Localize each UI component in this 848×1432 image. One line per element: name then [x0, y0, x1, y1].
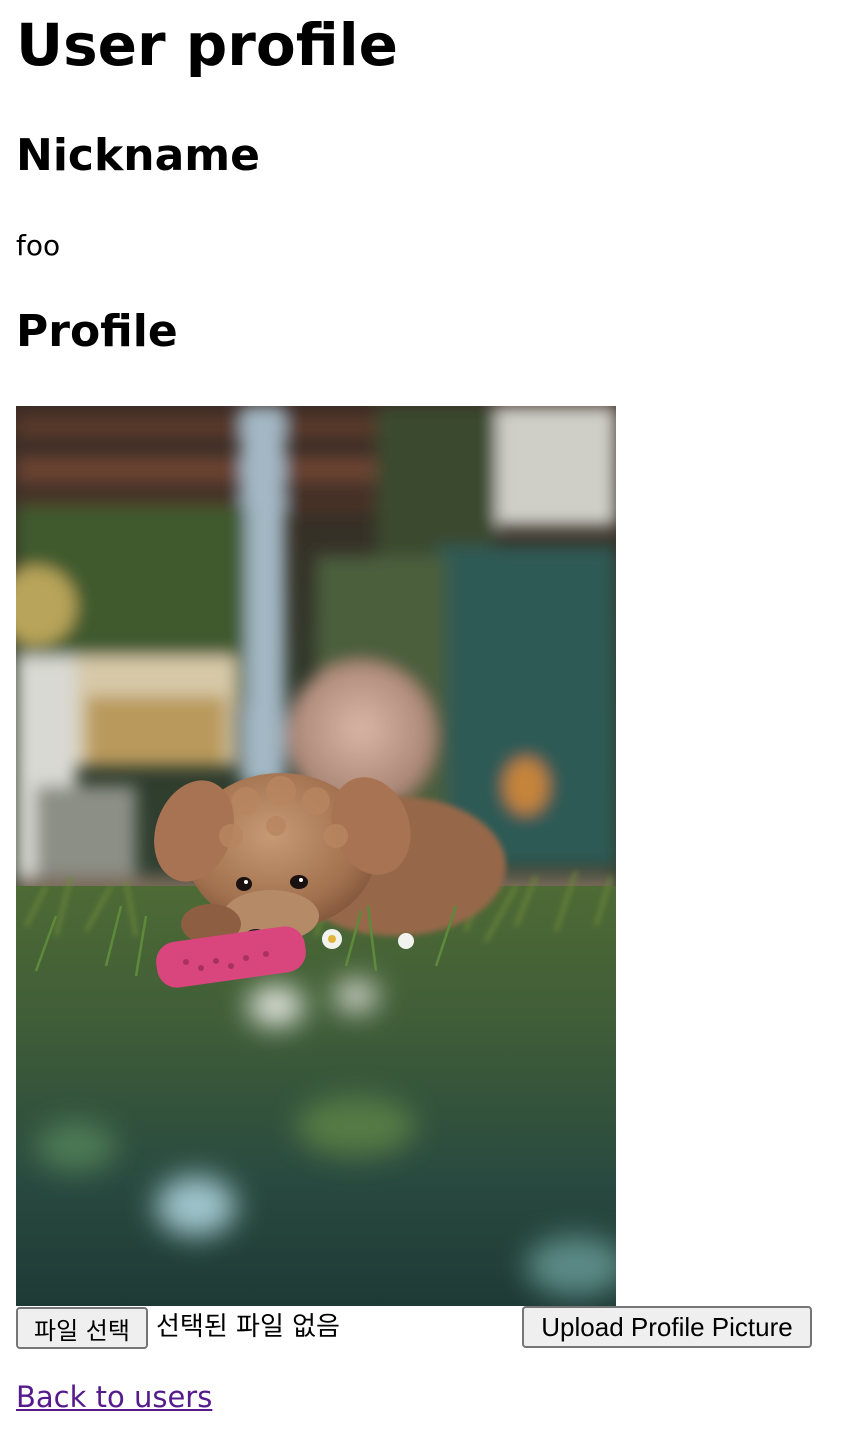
upload-form: 파일 선택 선택된 파일 없음 Upload Profile Picture	[16, 1306, 816, 1350]
nickname-heading: Nickname	[16, 130, 260, 181]
profile-picture	[16, 406, 616, 1306]
page-title: User profile	[16, 11, 398, 79]
choose-file-button[interactable]: 파일 선택	[16, 1307, 148, 1349]
profile-heading: Profile	[16, 306, 178, 357]
nickname-value: foo	[16, 229, 61, 262]
upload-profile-picture-button[interactable]: Upload Profile Picture	[522, 1306, 812, 1348]
no-file-selected-text: 선택된 파일 없음	[156, 1312, 340, 1342]
back-to-users-link[interactable]: Back to users	[16, 1378, 212, 1416]
